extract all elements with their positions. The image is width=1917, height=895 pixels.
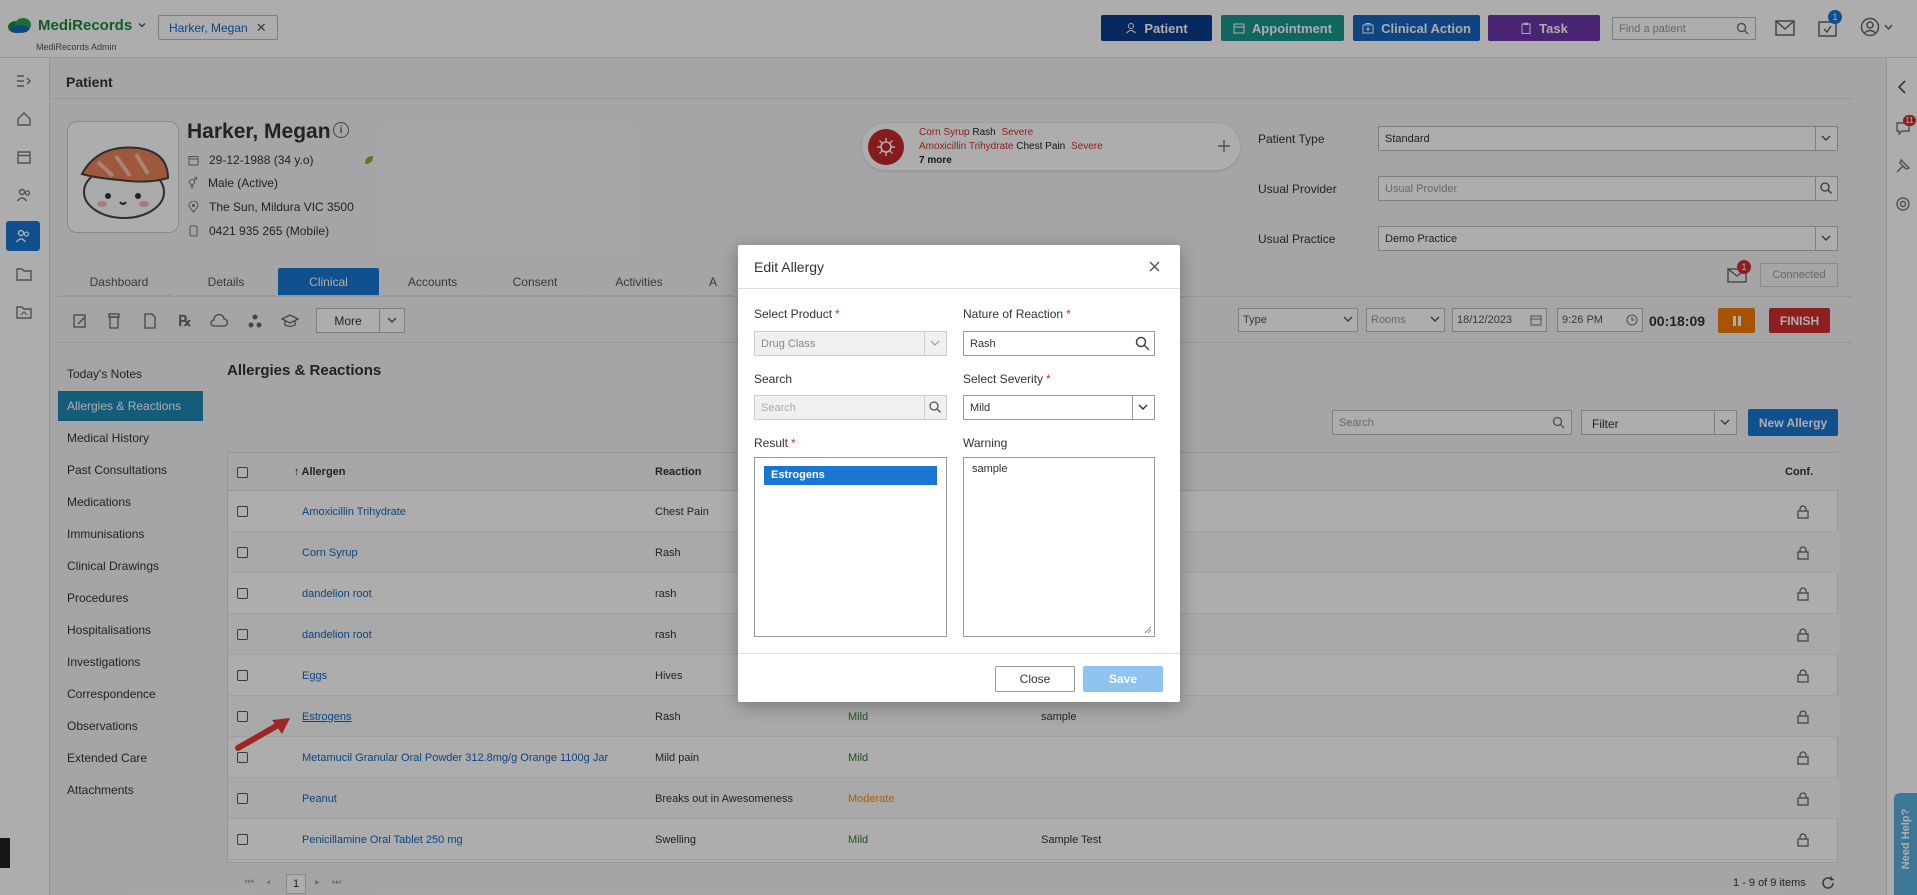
warning-textarea[interactable]: sample [963, 457, 1155, 637]
search-label: Search [754, 372, 793, 386]
select-product-label-text: Select Product [754, 307, 833, 321]
required-marker: * [1066, 307, 1071, 321]
warning-label: Warning [963, 436, 1008, 450]
required-marker: * [791, 436, 796, 450]
select-severity-label-text: Select Severity [963, 372, 1044, 386]
required-marker: * [1046, 372, 1051, 386]
chevron-down-icon [1132, 396, 1148, 419]
dialog-header-divider [738, 288, 1180, 289]
result-label: Result * [754, 436, 796, 450]
edit-allergy-dialog: Edit Allergy Select Product * Drug Class … [738, 245, 1180, 702]
close-button[interactable]: Close [995, 666, 1075, 692]
save-button[interactable]: Save [1083, 666, 1163, 692]
chevron-down-icon [924, 332, 940, 355]
select-product-select[interactable]: Drug Class [754, 331, 947, 356]
search-icon[interactable] [1135, 336, 1150, 351]
resize-handle-icon[interactable] [1144, 626, 1152, 634]
nature-of-reaction-input[interactable]: Rash [963, 331, 1155, 356]
nature-of-reaction-value: Rash [970, 338, 996, 350]
severity-value: Mild [970, 402, 991, 414]
dialog-footer-divider [738, 653, 1180, 654]
dialog-title: Edit Allergy [754, 259, 825, 275]
product-search-placeholder: Search [761, 402, 796, 414]
close-icon[interactable] [1149, 261, 1160, 272]
required-marker: * [835, 307, 840, 321]
result-listbox[interactable]: Estrogens [754, 457, 947, 637]
select-product-value: Drug Class [761, 338, 816, 350]
nature-of-reaction-label-text: Nature of Reaction [963, 307, 1064, 321]
nature-of-reaction-label: Nature of Reaction * [963, 307, 1071, 321]
result-label-text: Result [754, 436, 789, 450]
select-severity-label: Select Severity * [963, 372, 1051, 386]
severity-select[interactable]: Mild [963, 395, 1155, 420]
warning-value: sample [972, 463, 1008, 475]
select-product-label: Select Product * [754, 307, 840, 321]
product-search-input[interactable]: Search [754, 395, 947, 420]
search-icon[interactable] [924, 396, 946, 419]
result-option-selected[interactable]: Estrogens [764, 466, 937, 485]
